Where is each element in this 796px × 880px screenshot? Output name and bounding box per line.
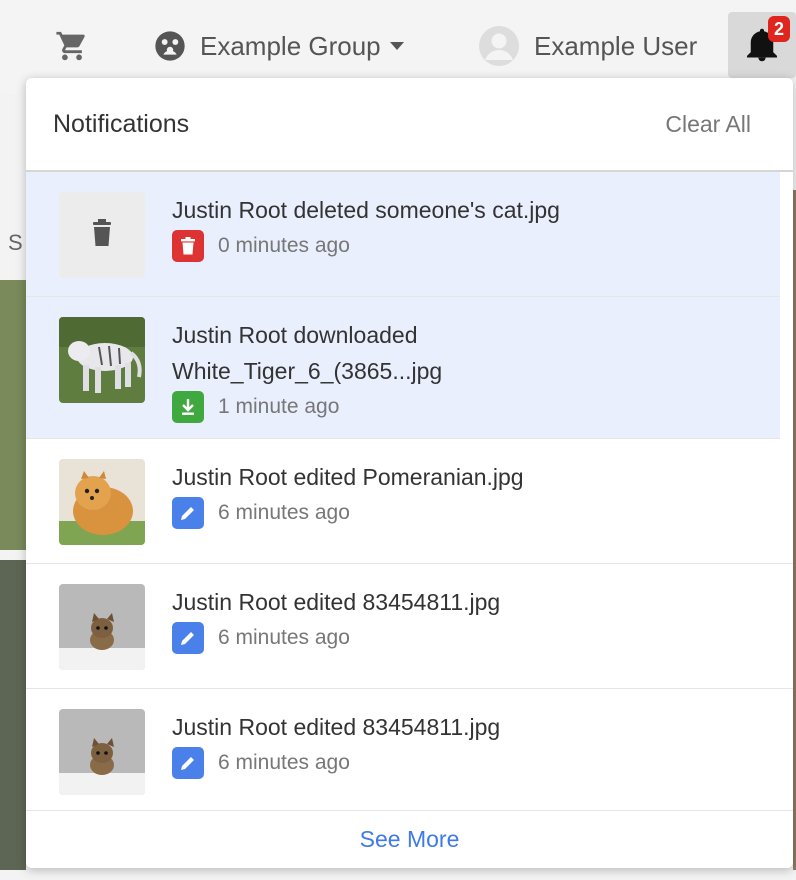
background-image xyxy=(0,280,26,550)
group-icon xyxy=(155,31,185,61)
notification-text: Justin Root edited Pomeranian.jpg xyxy=(172,464,524,490)
user-name: Example User xyxy=(534,30,698,61)
cart-icon[interactable] xyxy=(55,28,91,64)
edit-icon xyxy=(172,497,204,529)
clear-all-button[interactable]: Clear All xyxy=(665,111,751,138)
white-tiger-thumbnail xyxy=(59,317,145,403)
notification-item[interactable]: Justin Root downloaded White_Tiger_6_(38… xyxy=(26,297,780,439)
trash-thumbnail xyxy=(59,192,145,278)
notification-time: 6 minutes ago xyxy=(218,501,350,524)
notifications-dropdown: Notifications Clear All Justin Root dele… xyxy=(26,78,793,868)
edit-icon xyxy=(172,622,204,654)
notification-time: 6 minutes ago xyxy=(218,626,350,649)
notification-text: Justin Root edited 83454811.jpg xyxy=(172,589,501,615)
notifications-title: Notifications xyxy=(53,109,190,138)
background-text: S xyxy=(8,230,23,255)
notifications-bell-button[interactable]: 2 xyxy=(728,12,796,78)
notification-item[interactable]: Justin Root edited Pomeranian.jpg 6 minu… xyxy=(26,439,793,564)
notification-count-badge: 2 xyxy=(768,16,790,42)
see-more-footer: See More xyxy=(26,810,793,868)
trash-icon xyxy=(93,219,111,246)
notifications-header: Notifications Clear All xyxy=(26,78,793,172)
notification-text: Justin Root deleted someone's cat.jpg xyxy=(172,197,560,223)
notification-time: 0 minutes ago xyxy=(218,234,350,257)
notification-time: 1 minute ago xyxy=(218,395,340,418)
kitten-thumbnail xyxy=(59,709,145,795)
notification-text: Justin Root downloaded White_Tiger_6_(38… xyxy=(172,322,443,384)
caret-down-icon xyxy=(389,42,404,50)
kitten-thumbnail xyxy=(59,584,145,670)
download-icon xyxy=(172,391,204,423)
edit-icon xyxy=(172,747,204,779)
background-image xyxy=(0,560,26,870)
notification-item[interactable]: Justin Root deleted someone's cat.jpg 0 … xyxy=(26,172,780,297)
see-more-link[interactable]: See More xyxy=(360,826,460,853)
notification-item[interactable]: Justin Root edited 83454811.jpg 6 minute… xyxy=(26,564,793,689)
group-name: Example Group xyxy=(200,30,381,61)
user-menu[interactable]: Example User xyxy=(478,24,697,68)
avatar-icon xyxy=(479,26,519,66)
pomeranian-thumbnail xyxy=(59,459,145,545)
delete-icon xyxy=(172,230,204,262)
notification-text: Justin Root edited 83454811.jpg xyxy=(172,714,501,740)
group-selector[interactable]: Example Group xyxy=(154,26,405,66)
notification-time: 6 minutes ago xyxy=(218,751,350,774)
notification-item[interactable]: Justin Root edited 83454811.jpg 6 minute… xyxy=(26,689,793,814)
